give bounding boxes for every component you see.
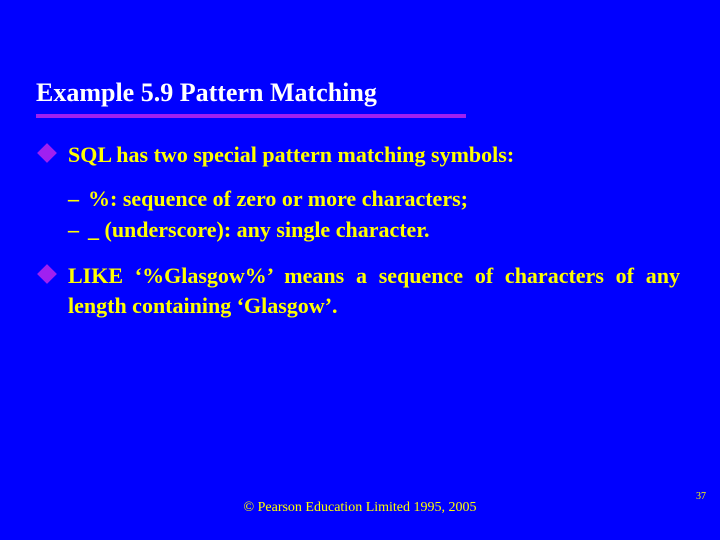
bullet-level2: – %: sequence of zero or more characters… (68, 184, 680, 214)
sub-bullet-group: – %: sequence of zero or more characters… (68, 184, 680, 245)
body-text: SQL has two special pattern matching sym… (40, 140, 680, 334)
bullet-level1: LIKE ‘%Glasgow%’ means a sequence of cha… (40, 261, 680, 320)
title-area: Example 5.9 Pattern Matching (36, 78, 676, 118)
title-underline (36, 114, 466, 118)
bullet-text: LIKE ‘%Glasgow%’ means a sequence of cha… (68, 263, 680, 318)
dash-bullet-icon: – (68, 184, 79, 214)
bullet-level1: SQL has two special pattern matching sym… (40, 140, 680, 170)
diamond-bullet-icon (37, 143, 57, 163)
footer-text: © Pearson Education Limited 1995, 2005 (0, 500, 720, 516)
slide: Example 5.9 Pattern Matching SQL has two… (0, 0, 720, 540)
dash-bullet-icon: – (68, 215, 79, 245)
sub-bullet-text: %: sequence of zero or more characters; (88, 186, 468, 211)
diamond-bullet-icon (37, 264, 57, 284)
bullet-level2: – _ (underscore): any single character. (68, 215, 680, 245)
sub-bullet-text: _ (underscore): any single character. (88, 217, 430, 242)
bullet-text: SQL has two special pattern matching sym… (68, 142, 514, 167)
slide-title: Example 5.9 Pattern Matching (36, 78, 676, 112)
